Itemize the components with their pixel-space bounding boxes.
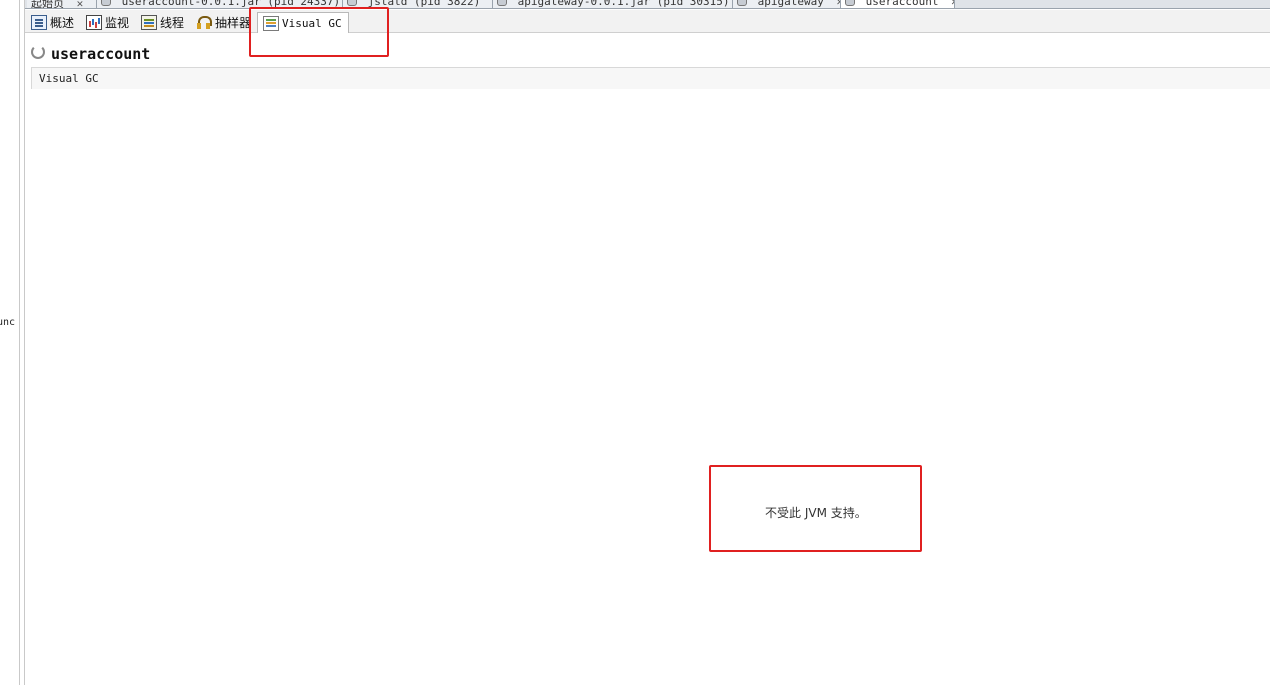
doc-tab-apigateway-jar[interactable]: apigateway-0.0.1.jar (pid 30315) ✕: [493, 0, 733, 8]
doc-tab-label: useraccount: [865, 0, 939, 8]
app-icon: [497, 0, 507, 6]
visual-gc-section-header: Visual GC: [31, 67, 1270, 89]
doc-tab-label: apigateway-0.0.1.jar (pid 30315): [517, 0, 730, 8]
doc-tab-apigateway[interactable]: apigateway ✕: [733, 0, 841, 8]
tab-threads[interactable]: 线程: [141, 12, 184, 33]
doc-tab-start-page[interactable]: 起始页 ✕: [27, 0, 97, 9]
threads-icon: [141, 15, 157, 30]
app-icon: [101, 0, 111, 6]
doc-tab-label: 起始页: [31, 0, 64, 9]
annotation-box-visual-gc-tab: [249, 7, 389, 57]
overview-icon: [31, 15, 47, 30]
annotation-box-message: [709, 465, 922, 552]
section-label: Visual GC: [39, 72, 99, 85]
threads-dump-icon: [845, 0, 855, 6]
doc-tab-label: apigateway: [757, 0, 824, 8]
close-icon[interactable]: ✕: [951, 0, 954, 8]
tab-monitor[interactable]: 监视: [86, 12, 129, 33]
document-tab-strip: 起始页 ✕ useraccount-0.0.1.jar (pid 24337) …: [25, 0, 1270, 9]
tab-label: 概述: [50, 16, 75, 30]
tab-label: 监视: [105, 16, 130, 30]
left-panel-label: aunc: [0, 317, 16, 328]
tab-overview[interactable]: 概述: [31, 12, 74, 33]
doc-tab-useraccount[interactable]: useraccount ✕: [841, 0, 955, 8]
threads-dump-icon: [737, 0, 747, 6]
loading-spinner-icon: [31, 45, 45, 59]
panel-divider[interactable]: [24, 0, 25, 685]
close-icon[interactable]: ✕: [77, 0, 84, 8]
page-header: useraccount: [31, 43, 150, 65]
app-icon: [347, 0, 357, 6]
monitor-icon: [86, 15, 102, 30]
left-side-panel[interactable]: aunc: [0, 0, 20, 685]
tab-label: 线程: [160, 16, 185, 30]
tab-sampler[interactable]: 抽样器: [196, 12, 251, 33]
sampler-icon: [196, 15, 212, 30]
page-title: useraccount: [51, 45, 151, 63]
tab-label: 抽样器: [215, 16, 252, 30]
view-tab-bar: 概述 监视 线程 抽样器 Visual GC: [25, 10, 1270, 33]
